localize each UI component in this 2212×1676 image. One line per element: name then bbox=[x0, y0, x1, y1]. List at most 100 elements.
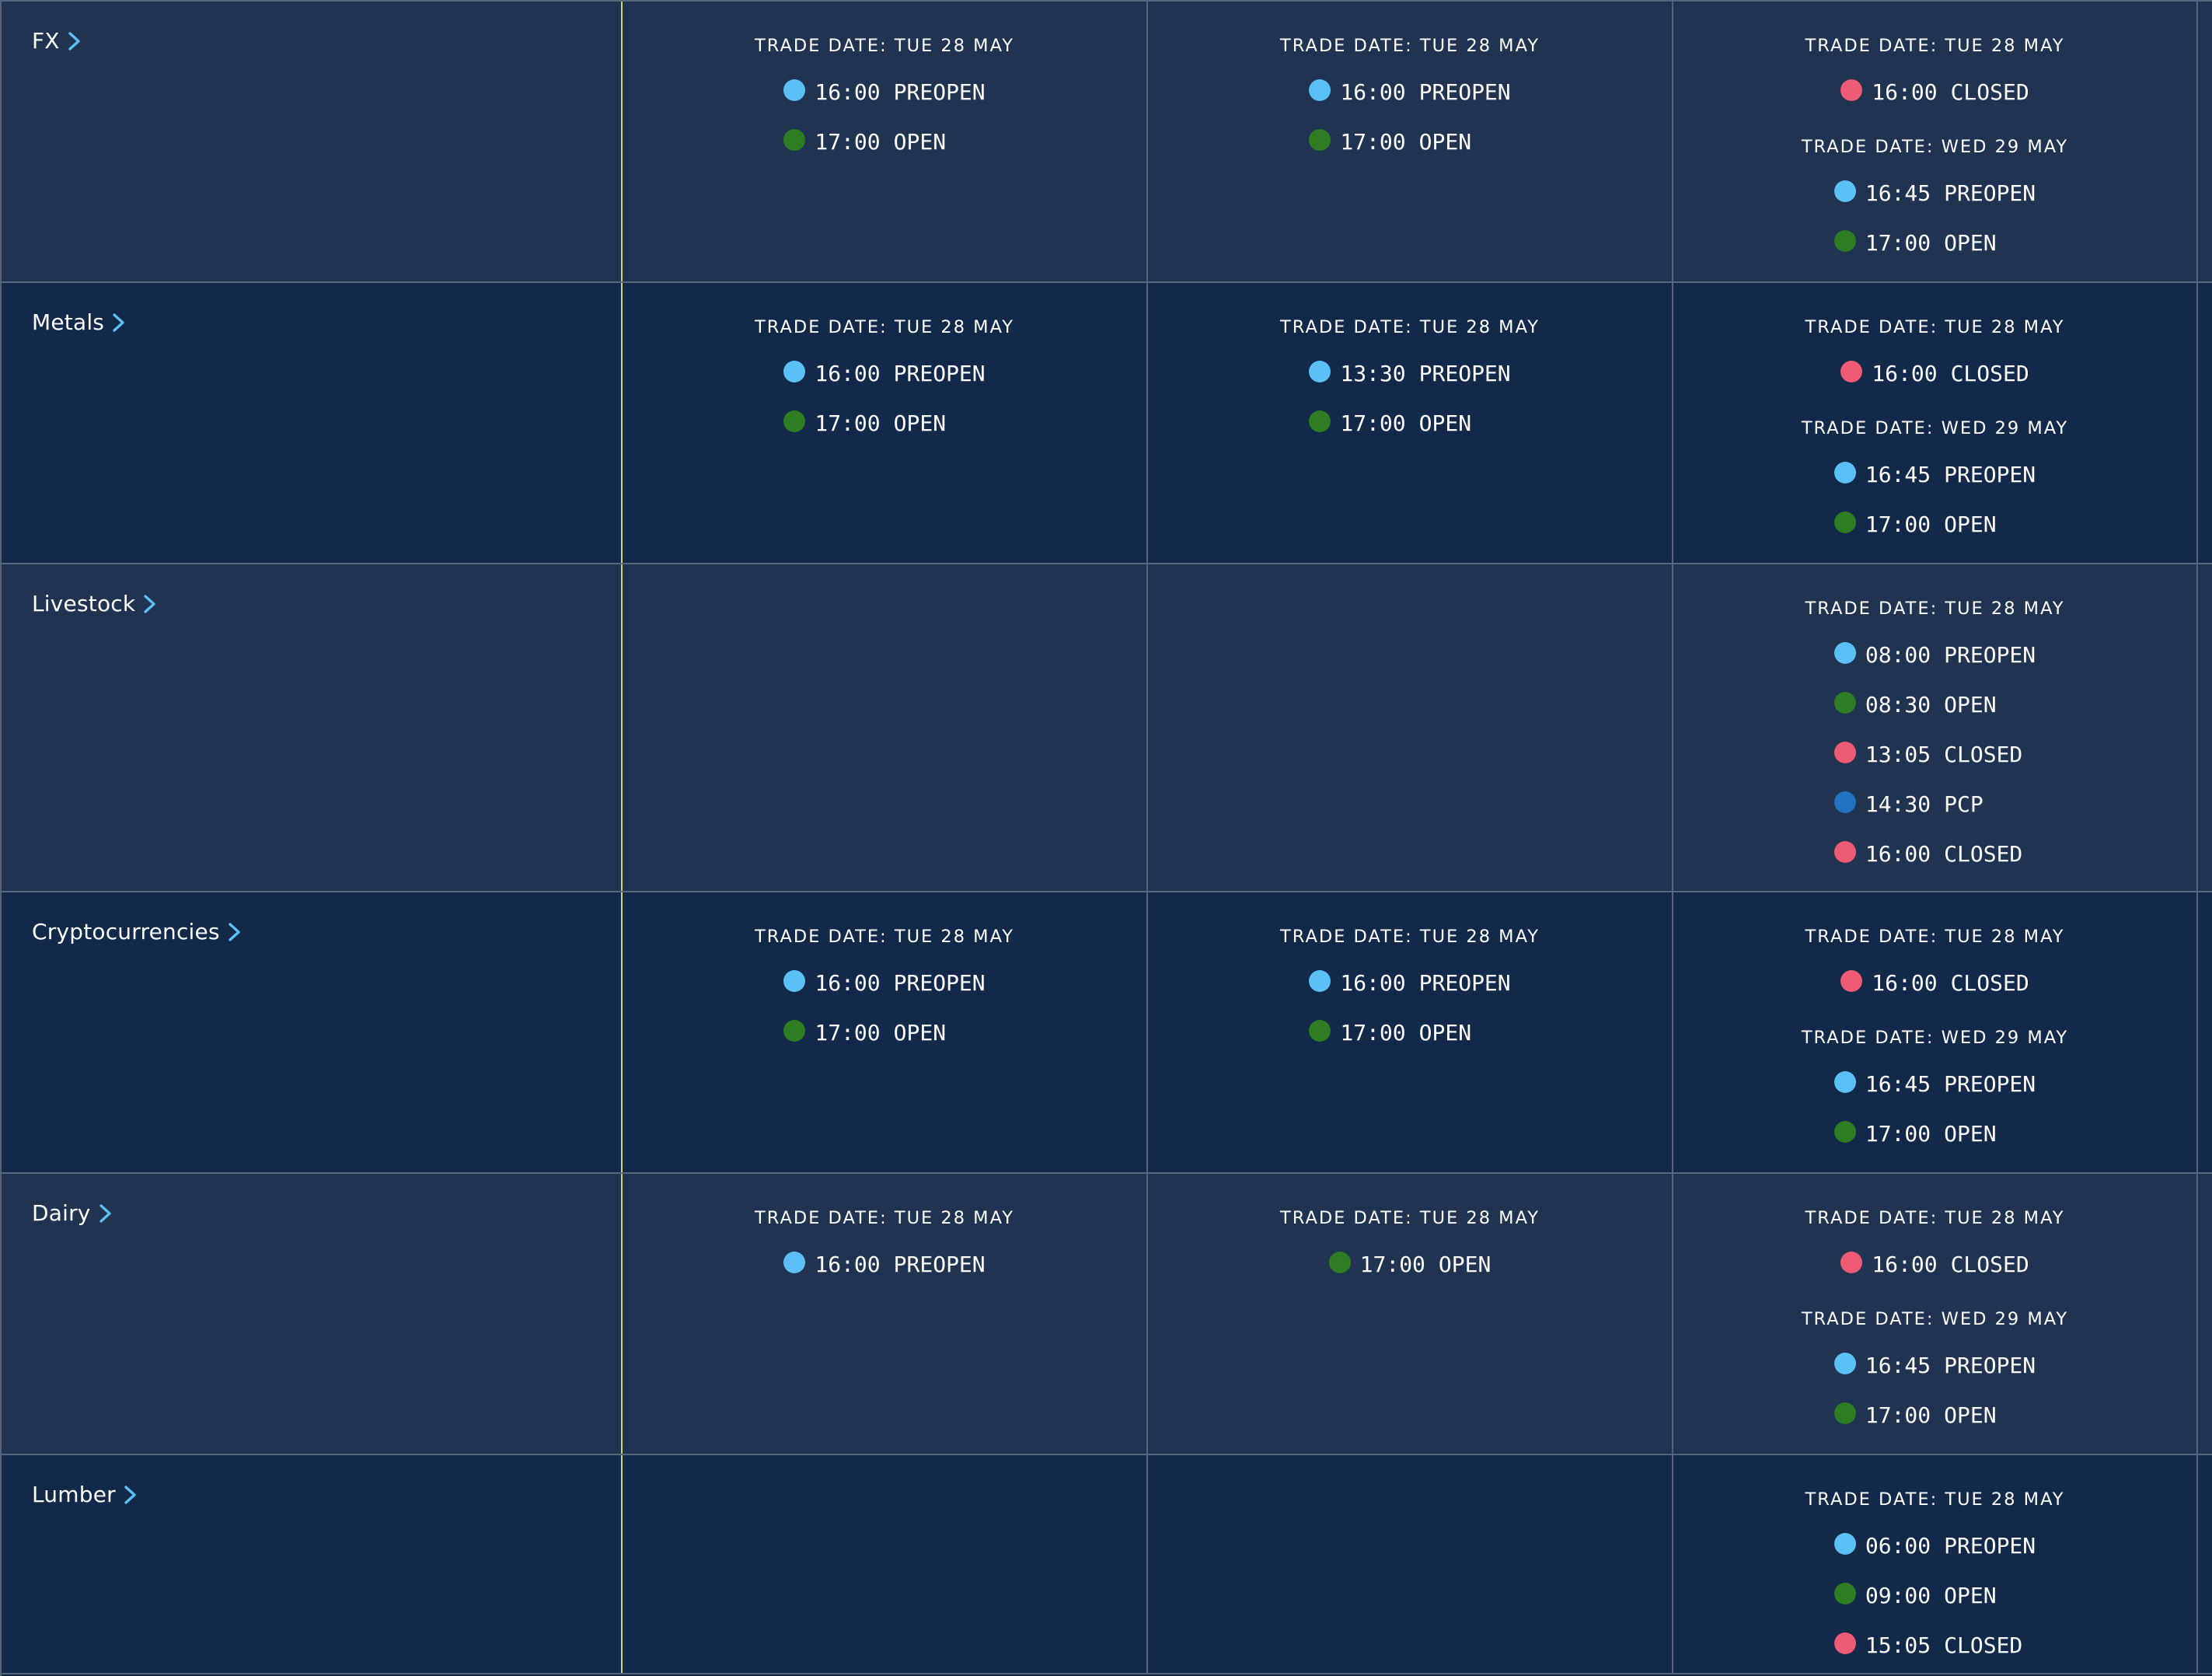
status-dot-icon bbox=[1309, 970, 1331, 992]
event-time: 17:00 bbox=[1865, 229, 1931, 256]
session-event: 16:45 PREOPEN bbox=[1833, 1340, 2036, 1390]
session-cell bbox=[1148, 564, 1673, 891]
trade-date-label: TRADE DATE: TUE 28 MAY bbox=[1280, 317, 1540, 337]
session-schedule: TRADE DATE: TUE 28 MAY 06:00 PREOPEN 09:00 O… bbox=[1673, 1488, 2196, 1673]
event-list: 16:45 PREOPEN 17:00 OPEN bbox=[1833, 449, 2036, 549]
event-status: OPEN bbox=[1418, 410, 1472, 436]
trade-date-label: TRADE DATE: TUE 28 MAY bbox=[1805, 1208, 2065, 1228]
category-label: Dairy bbox=[32, 1200, 91, 1226]
event-status: PREOPEN bbox=[1418, 969, 1511, 996]
session-event: 09:00 OPEN bbox=[1833, 1570, 1997, 1620]
event-time: 16:00 bbox=[815, 360, 881, 386]
category-link-dairy[interactable]: Dairy bbox=[32, 1200, 116, 1226]
session-schedule: TRADE DATE: TUE 28 MAY 16:00 PREOPEN bbox=[623, 1206, 1146, 1308]
event-time: 16:00 bbox=[1872, 1251, 1938, 1277]
session-event: 16:00 PREOPEN bbox=[1309, 67, 1511, 117]
status-dot-icon bbox=[1833, 230, 1856, 252]
trade-date-block: TRADE DATE: TUE 28 MAY 16:00 CLOSED bbox=[1673, 316, 2196, 398]
category-label: Livestock bbox=[32, 591, 136, 616]
trade-date-block: TRADE DATE: TUE 28 MAY 16:00 PREOPEN 17:00 O… bbox=[623, 925, 1146, 1057]
event-status: CLOSED bbox=[1950, 360, 2029, 386]
event-time: 16:00 bbox=[815, 969, 881, 996]
status-dot-icon bbox=[1833, 1353, 1856, 1374]
session-event: 14:30 PCP bbox=[1833, 779, 1983, 829]
session-event: 17:00 OPEN bbox=[1833, 1390, 1997, 1440]
status-dot-icon bbox=[1309, 79, 1331, 101]
event-time: 17:00 bbox=[1359, 1251, 1425, 1277]
session-event: 16:00 PREOPEN bbox=[1309, 958, 1511, 1007]
event-status: PREOPEN bbox=[1418, 79, 1511, 105]
session-cell: TRADE DATE: TUE 28 MAY 16:00 PREOPEN 17:00 O… bbox=[623, 892, 1148, 1172]
trade-date-block: TRADE DATE: TUE 28 MAY 16:00 CLOSED bbox=[1673, 925, 2196, 1007]
category-link-metals[interactable]: Metals bbox=[32, 309, 129, 335]
category-cell: Metals bbox=[2, 283, 623, 563]
event-time: 06:00 bbox=[1865, 1532, 1931, 1559]
trade-date-label: TRADE DATE: TUE 28 MAY bbox=[755, 317, 1014, 337]
trade-date-label: TRADE DATE: TUE 28 MAY bbox=[755, 927, 1014, 947]
trade-date-label: TRADE DATE: TUE 28 MAY bbox=[1280, 927, 1540, 947]
event-status: PREOPEN bbox=[893, 969, 986, 996]
event-time: 17:00 bbox=[815, 128, 881, 155]
status-dot-icon bbox=[783, 410, 806, 432]
status-dot-icon bbox=[1833, 512, 1856, 533]
event-list: 16:00 PREOPEN bbox=[783, 1239, 986, 1289]
event-status: CLOSED bbox=[1944, 840, 2023, 867]
event-list: 16:00 PREOPEN 17:00 OPEN bbox=[783, 67, 986, 166]
event-time: 13:05 bbox=[1865, 741, 1931, 767]
chevron-right-icon bbox=[140, 592, 160, 616]
event-status: OPEN bbox=[1944, 511, 1997, 537]
event-status: OPEN bbox=[1438, 1251, 1492, 1277]
category-link-cryptocurrencies[interactable]: Cryptocurrencies bbox=[32, 919, 245, 944]
event-time: 16:00 bbox=[1872, 969, 1938, 996]
event-list: 16:45 PREOPEN 17:00 OPEN bbox=[1833, 168, 2036, 267]
session-schedule: TRADE DATE: TUE 28 MAY 16:00 CLOSED TRADE D… bbox=[1673, 34, 2196, 281]
trade-date-label: TRADE DATE: TUE 28 MAY bbox=[755, 36, 1014, 56]
status-dot-icon bbox=[783, 1252, 806, 1273]
category-row: Livestock TRADE DATE: TUE 28 MAY 08:00 PREO… bbox=[2, 564, 2212, 892]
session-event: 16:00 CLOSED bbox=[1840, 67, 2029, 117]
session-event: 15:05 CLOSED bbox=[1833, 1620, 2023, 1670]
event-status: CLOSED bbox=[1944, 1632, 2023, 1658]
session-schedule: TRADE DATE: TUE 28 MAY 16:00 PREOPEN 17:00 O… bbox=[623, 316, 1146, 466]
category-link-fx[interactable]: FX bbox=[32, 28, 85, 54]
event-status: PREOPEN bbox=[1944, 1352, 2036, 1378]
event-status: PREOPEN bbox=[893, 79, 986, 105]
chevron-right-icon bbox=[65, 30, 85, 53]
event-status: OPEN bbox=[1944, 691, 1997, 718]
category-cell: FX bbox=[2, 2, 623, 281]
category-cell: Livestock bbox=[2, 564, 623, 891]
trade-date-block: TRADE DATE: WED 29 MAY 16:45 PREOPEN 17:00 O… bbox=[1673, 135, 2196, 267]
event-time: 17:00 bbox=[1340, 128, 1406, 155]
status-dot-icon bbox=[783, 79, 806, 101]
session-event: 17:00 OPEN bbox=[1833, 1109, 1997, 1158]
trade-date-label: TRADE DATE: WED 29 MAY bbox=[1801, 418, 2069, 438]
session-event: 17:00 OPEN bbox=[1328, 1239, 1492, 1289]
session-cell: TRADE DATE: TUE 28 MAY 16:00 CLOSED TRADE D… bbox=[1673, 2, 2198, 281]
trade-date-block: TRADE DATE: TUE 28 MAY 06:00 PREOPEN 09:00 O… bbox=[1673, 1488, 2196, 1670]
session-schedule: TRADE DATE: TUE 28 MAY 16:00 PREOPEN 17:00 O… bbox=[1148, 34, 1672, 185]
session-event: 08:30 OPEN bbox=[1833, 679, 1997, 729]
session-event: 16:00 CLOSED bbox=[1840, 958, 2029, 1007]
category-row: FX TRADE DATE: TUE 28 MAY 16:00 PREOPEN 17:0… bbox=[2, 2, 2212, 283]
session-schedule: TRADE DATE: TUE 28 MAY 16:00 CLOSED TRADE D… bbox=[1673, 925, 2196, 1172]
event-status: PREOPEN bbox=[1944, 1070, 2036, 1097]
event-status: PCP bbox=[1944, 791, 1983, 817]
event-list: 17:00 OPEN bbox=[1328, 1239, 1492, 1289]
session-cell: TRADE DATE: TUE 28 MAY 13:30 PREOPEN 17:00 O… bbox=[1148, 283, 1673, 563]
session-cell: TRADE DATE: TUE 28 MAY 16:00 PREOPEN 17:00 O… bbox=[623, 2, 1148, 281]
trade-date-label: TRADE DATE: WED 29 MAY bbox=[1801, 137, 2069, 157]
chevron-right-icon bbox=[96, 1202, 116, 1225]
trade-date-block: TRADE DATE: TUE 28 MAY 16:00 CLOSED bbox=[1673, 1206, 2196, 1289]
status-dot-icon bbox=[1833, 642, 1856, 664]
event-list: 16:00 PREOPEN 17:00 OPEN bbox=[783, 348, 986, 448]
status-dot-icon bbox=[1833, 1632, 1856, 1654]
session-event: 17:00 OPEN bbox=[783, 398, 946, 448]
event-time: 17:00 bbox=[1865, 1402, 1931, 1428]
session-cell: TRADE DATE: TUE 28 MAY 16:00 PREOPEN bbox=[623, 1174, 1148, 1454]
trade-date-label: TRADE DATE: TUE 28 MAY bbox=[1280, 1208, 1540, 1228]
category-row: Metals TRADE DATE: TUE 28 MAY 16:00 PREOPEN… bbox=[2, 283, 2212, 564]
category-link-lumber[interactable]: Lumber bbox=[32, 1482, 141, 1507]
event-time: 15:05 bbox=[1865, 1632, 1931, 1658]
event-time: 17:00 bbox=[1865, 511, 1931, 537]
category-link-livestock[interactable]: Livestock bbox=[32, 591, 160, 616]
